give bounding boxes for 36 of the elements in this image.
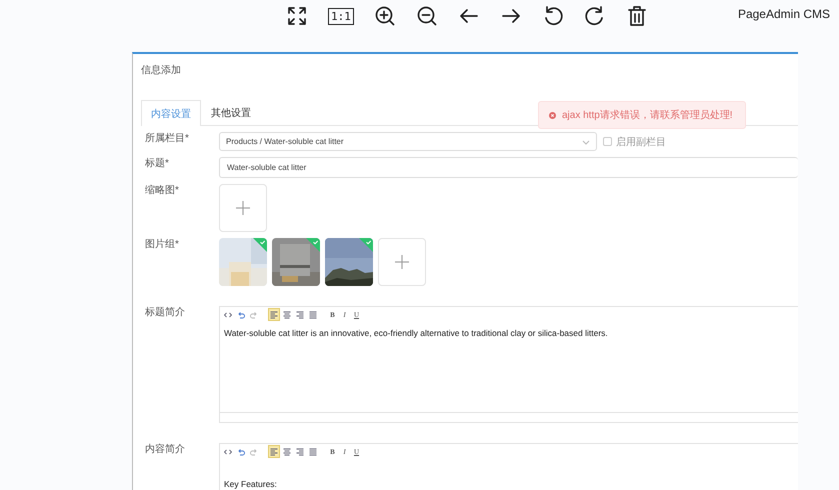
- checkbox-label: 启用副栏目: [616, 136, 666, 148]
- align-right-button[interactable]: [295, 446, 305, 457]
- plus-icon: [394, 254, 410, 270]
- toast-message: ajax http请求错误，请联系管理员处理!: [562, 108, 733, 122]
- justify-button[interactable]: [308, 446, 318, 457]
- fullscreen-icon[interactable]: [286, 5, 308, 27]
- error-icon: [549, 112, 556, 118]
- plus-icon: [235, 200, 251, 216]
- undo-icon[interactable]: [236, 446, 246, 457]
- field-label: 缩略图*: [144, 184, 180, 198]
- align-center-button[interactable]: [282, 446, 292, 457]
- tab[interactable]: 其他设置: [201, 100, 261, 125]
- checkbox[interactable]: [603, 137, 612, 146]
- actual-size-button[interactable]: 1:1: [328, 8, 354, 24]
- align-left-button[interactable]: [269, 309, 279, 320]
- editor-text: Water-soluble cat litter is an innovative, eco-friendly alternative to traditional clay or silica-based litters.: [223, 327, 609, 339]
- editor-text: Key Features:: [223, 478, 278, 490]
- field-label: 内容简介: [144, 443, 186, 457]
- zoom-in-icon[interactable]: [374, 5, 396, 27]
- zoom-out-icon[interactable]: [416, 5, 438, 27]
- field-label: 所属栏目*: [144, 132, 190, 146]
- trash-icon[interactable]: [626, 5, 648, 27]
- undo-icon[interactable]: [236, 309, 246, 320]
- justify-button[interactable]: [308, 309, 318, 320]
- align-left-button[interactable]: [269, 446, 279, 457]
- align-right-button[interactable]: [295, 309, 305, 320]
- field-label: 标题简介: [144, 306, 186, 320]
- align-center-button[interactable]: [282, 309, 292, 320]
- rotate-right-icon[interactable]: [584, 5, 606, 27]
- category-select[interactable]: Products / Water-soluble cat litter: [219, 132, 597, 151]
- chevron-down-icon: [582, 138, 590, 146]
- page-title: 信息添加: [141, 64, 181, 77]
- field-label: 图片组*: [144, 238, 180, 252]
- field-label: 标题*: [144, 157, 170, 171]
- title-field[interactable]: Water-soluble cat litter: [219, 157, 798, 178]
- app-name: PageAdmin CMS: [738, 7, 830, 21]
